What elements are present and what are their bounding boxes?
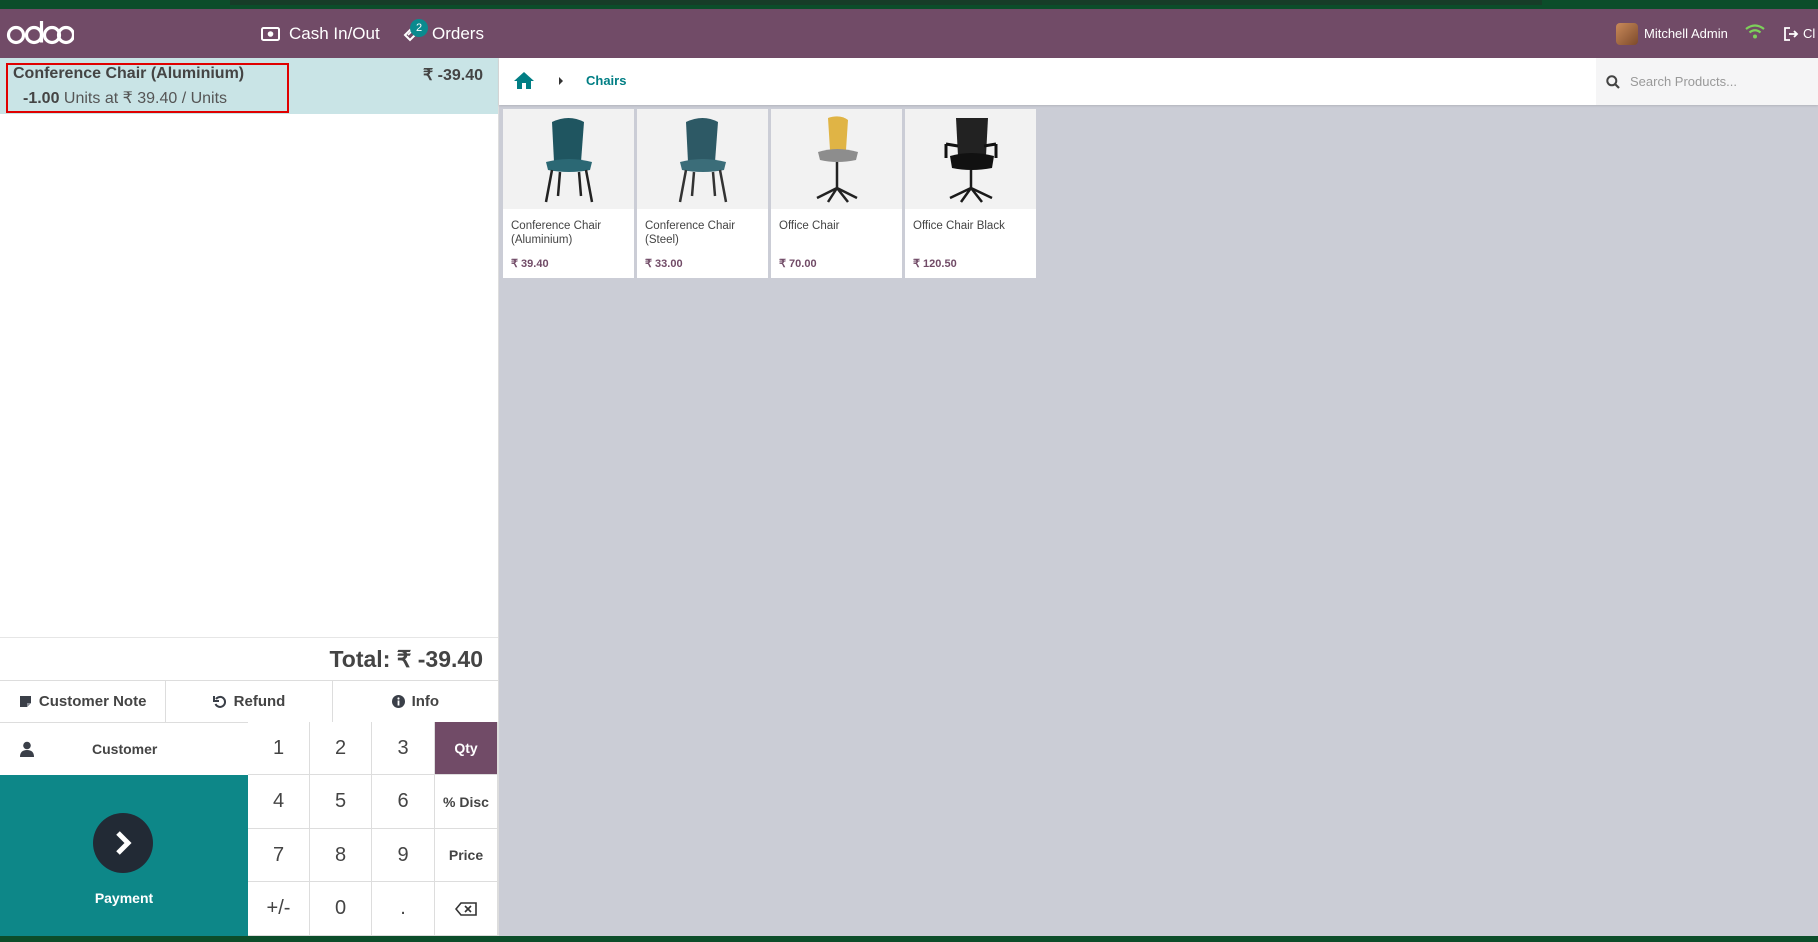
info-button[interactable]: Info	[333, 681, 498, 722]
undo-icon	[212, 695, 226, 708]
product-list: Conference Chair (Aluminium) ₹ 39.40 Con…	[503, 109, 1036, 278]
user-name: Mitchell Admin	[1644, 26, 1728, 41]
search-box	[1596, 58, 1818, 105]
numpad-price-mode[interactable]: Price	[435, 829, 498, 882]
search-input[interactable]	[1628, 73, 1802, 90]
numpad-disc-mode[interactable]: % Disc	[435, 775, 498, 829]
cash-in-out-label: Cash In/Out	[289, 23, 380, 43]
order-panel: Conference Chair (Aluminium) ₹ -39.40 -1…	[0, 58, 499, 936]
product-price: ₹ 39.40	[511, 258, 549, 270]
payment-label: Payment	[94, 890, 154, 906]
action-bar: Customer Note Refund Info	[0, 680, 498, 723]
order-line-price: ₹ -39.40	[423, 67, 483, 84]
product-card[interactable]: Conference Chair (Steel) ₹ 33.00	[637, 109, 768, 278]
customer-button[interactable]: Customer	[0, 722, 249, 776]
sticky-note-icon	[19, 696, 31, 707]
breadcrumb: Chairs	[499, 58, 1818, 105]
product-price: ₹ 70.00	[779, 258, 817, 270]
product-price: ₹ 33.00	[645, 258, 683, 270]
numpad-key-6[interactable]: 6	[372, 775, 435, 829]
numpad-backspace[interactable]	[435, 882, 498, 936]
numpad-key-3[interactable]: 3	[372, 722, 435, 775]
wifi-icon	[1745, 24, 1765, 39]
payment-button[interactable]: Payment	[0, 775, 248, 936]
info-circle-icon	[391, 695, 405, 708]
orders-label: Orders	[432, 23, 484, 43]
breadcrumb-category[interactable]: Chairs	[586, 73, 626, 88]
numpad-key-8[interactable]: 8	[310, 829, 372, 882]
info-label: Info	[411, 693, 440, 710]
numpad-key-0[interactable]: 0	[310, 882, 372, 936]
user-icon	[20, 741, 34, 757]
orders-button[interactable]: 2 Orders	[403, 9, 484, 58]
chevron-right-icon	[116, 831, 132, 855]
product-image	[503, 109, 634, 209]
product-name: Office Chair	[779, 220, 840, 232]
odoo-logo	[6, 15, 74, 51]
product-image	[771, 109, 902, 209]
cash-in-out-button[interactable]: Cash In/Out	[261, 9, 380, 58]
caret-right-icon	[559, 77, 563, 85]
customer-note-label: Customer Note	[38, 693, 147, 710]
order-total: Total: ₹ -39.40	[329, 646, 483, 672]
product-name: Office Chair Black	[913, 220, 1005, 232]
numpad-key-9[interactable]: 9	[372, 829, 435, 882]
numpad-key-dot[interactable]: .	[372, 882, 435, 936]
home-icon[interactable]	[513, 71, 535, 90]
cash-icon	[261, 26, 280, 41]
window-top-strip	[0, 0, 1818, 9]
backspace-icon	[455, 901, 477, 916]
product-card[interactable]: Conference Chair (Aluminium) ₹ 39.40	[503, 109, 634, 278]
order-line-selected[interactable]: Conference Chair (Aluminium) ₹ -39.40 -1…	[0, 58, 498, 114]
search-icon	[1606, 74, 1620, 89]
product-price: ₹ 120.50	[913, 258, 957, 270]
numpad-key-7[interactable]: 7	[248, 829, 310, 882]
customer-label: Customer	[92, 740, 158, 757]
refund-label: Refund	[233, 693, 286, 710]
order-total-row: Total: ₹ -39.40	[0, 637, 498, 681]
product-image	[905, 109, 1036, 209]
product-card[interactable]: Office Chair Black ₹ 120.50	[905, 109, 1036, 278]
top-navbar: Cash In/Out 2 Orders Mitchell Admin Cl	[0, 9, 1818, 58]
numpad-key-5[interactable]: 5	[310, 775, 372, 829]
products-panel: Chairs Conference Chair (Aluminium) ₹ 39…	[499, 58, 1818, 936]
numpad-key-4[interactable]: 4	[248, 775, 310, 829]
user-menu[interactable]: Mitchell Admin	[1616, 9, 1728, 58]
product-card[interactable]: Office Chair ₹ 70.00	[771, 109, 902, 278]
close-label: Cl	[1803, 26, 1816, 41]
product-image	[637, 109, 768, 209]
product-name: Conference Chair (Aluminium)	[511, 220, 602, 246]
numpad-key-1[interactable]: 1	[248, 722, 310, 775]
numpad-plus-minus[interactable]: +/-	[248, 882, 310, 936]
close-session-button[interactable]: Cl	[1784, 9, 1815, 58]
payment-circle	[93, 813, 153, 873]
product-name: Conference Chair (Steel)	[645, 220, 736, 246]
sign-out-icon	[1784, 26, 1799, 41]
window-bottom-strip	[0, 936, 1818, 942]
numpad: 1 2 3 Qty 4 5 6 % Disc 7 8 9 Price +/- 0…	[248, 722, 498, 936]
numpad-key-2[interactable]: 2	[310, 722, 372, 775]
annotation-highlight-box	[6, 63, 289, 113]
customer-note-button[interactable]: Customer Note	[0, 681, 167, 722]
orders-count-badge: 2	[410, 19, 428, 37]
refund-button[interactable]: Refund	[166, 681, 333, 722]
numpad-qty-mode[interactable]: Qty	[435, 722, 498, 775]
avatar	[1616, 22, 1638, 45]
